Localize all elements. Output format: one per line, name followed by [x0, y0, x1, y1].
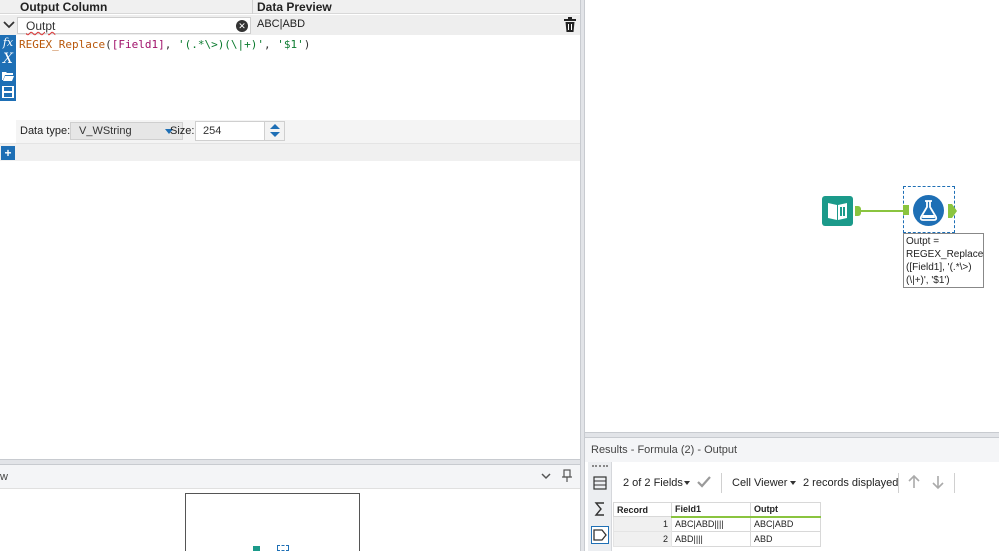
data-type-value: V_WString	[79, 125, 132, 137]
metadata-icon[interactable]	[591, 526, 609, 544]
data-type-row: Data type: V_WString Size: 254	[16, 120, 580, 143]
cell-field1[interactable]: ABC|ABD||||	[671, 516, 751, 532]
save-icon[interactable]	[1, 85, 15, 99]
formula-tool[interactable]	[913, 195, 944, 226]
column-header-field1[interactable]: Field1	[671, 502, 751, 518]
formula-expression-editor[interactable]: REGEX_Replace([Field1], '(.*\>)(\|+)', '…	[19, 38, 310, 52]
cell-viewer-dropdown[interactable]: Cell Viewer	[732, 477, 787, 489]
drag-handle-icon[interactable]	[592, 465, 608, 469]
size-value: 254	[203, 125, 222, 137]
expression-pattern: '(.*\>)(\|+)'	[177, 38, 265, 51]
column-header-record[interactable]: Record	[613, 502, 672, 517]
formula-grid-header: Output Column Data Preview	[0, 0, 580, 14]
spin-up-icon[interactable]	[270, 124, 280, 129]
table-row[interactable]: 2 ABD|||| ABD	[613, 531, 821, 547]
chevron-down-icon[interactable]	[540, 469, 552, 483]
toolbar-separator	[898, 473, 899, 493]
expression-toolstrip: fx X	[0, 35, 16, 101]
caret-down-icon[interactable]	[790, 481, 796, 485]
toolbar-separator	[954, 473, 955, 493]
connection-line[interactable]	[861, 210, 904, 212]
output-column-field[interactable]: Outpt ✕	[17, 17, 251, 34]
overview-mini-formula-tool	[277, 545, 289, 551]
toolbar-separator	[721, 473, 722, 493]
data-preview-value: ABC|ABD	[257, 18, 306, 30]
table-rows-icon[interactable]	[591, 474, 609, 492]
sigma-icon[interactable]	[591, 500, 609, 518]
output-column-header: Output Column	[20, 0, 108, 14]
overview-title: w	[0, 471, 8, 483]
cell-outpt[interactable]: ABD	[750, 531, 821, 547]
record-number: 1	[613, 516, 672, 532]
arrow-up-icon[interactable]	[906, 474, 922, 490]
spin-down-icon[interactable]	[270, 132, 280, 137]
formula-config-panel: Output Column Data Preview Outpt ✕ ABC|A…	[0, 0, 580, 459]
chevron-down-icon[interactable]	[2, 17, 16, 33]
column-header-outpt[interactable]: Outpt	[750, 502, 821, 518]
results-toolbar: 2 of 2 Fields Cell Viewer 2 records disp…	[613, 471, 999, 496]
data-type-label: Data type:	[20, 125, 71, 137]
record-number: 2	[613, 531, 672, 547]
expression-replacement: '$1'	[277, 38, 304, 51]
data-preview-header: Data Preview	[257, 0, 332, 14]
cell-outpt[interactable]: ABC|ABD	[750, 516, 821, 532]
workflow-canvas[interactable]: Outpt = REGEX_Replace ([Field1], '(.*\>)…	[585, 0, 999, 432]
clear-icon[interactable]: ✕	[236, 20, 248, 32]
formula-row[interactable]: Outpt ✕ ABC|ABD	[0, 15, 580, 35]
pin-icon[interactable]	[560, 469, 574, 483]
expression-separator: ,	[164, 38, 178, 51]
table-header-row: Record Field1 Outpt	[613, 502, 821, 518]
results-titlebar: Results - Formula (2) - Output	[585, 438, 999, 462]
overview-mini-input-tool	[253, 546, 260, 551]
table-row[interactable]: 1 ABC|ABD|||| ABC|ABD	[613, 516, 821, 532]
expression-separator: ,	[264, 38, 278, 51]
expression-field: [Field1]	[111, 38, 165, 51]
fields-dropdown[interactable]: 2 of 2 Fields	[623, 477, 683, 489]
size-label: Size:	[170, 125, 195, 137]
output-anchor[interactable]	[948, 204, 957, 218]
arrow-down-icon[interactable]	[930, 474, 946, 490]
size-field[interactable]: 254	[195, 121, 285, 141]
results-side-toolbar	[588, 462, 612, 551]
output-column-name: Outpt	[26, 19, 56, 33]
input-anchor[interactable]	[903, 205, 909, 215]
size-spinner[interactable]	[264, 122, 284, 140]
cell-field1[interactable]: ABD||||	[671, 531, 751, 547]
plus-icon[interactable]: +	[1, 146, 15, 160]
header-divider	[252, 0, 253, 14]
book-icon	[828, 203, 847, 220]
overview-viewport[interactable]	[185, 493, 360, 551]
variable-x-icon[interactable]: X	[1, 52, 15, 66]
checkmark-icon[interactable]	[695, 474, 713, 490]
records-count: 2 records displayed	[803, 477, 899, 489]
flask-icon	[919, 200, 938, 221]
fx-icon[interactable]: fx	[1, 36, 15, 50]
add-formula-row: +	[0, 143, 580, 161]
input-data-tool[interactable]	[822, 196, 853, 226]
tool-annotation: Outpt = REGEX_Replace ([Field1], '(.*\>)…	[903, 233, 984, 288]
trash-icon[interactable]	[563, 17, 577, 33]
expression-close-paren: )	[303, 38, 311, 51]
results-table: Record Field1 Outpt 1 ABC|ABD|||| ABC|AB…	[613, 502, 821, 547]
folder-open-icon[interactable]	[1, 69, 15, 83]
expression-function: REGEX_Replace	[19, 38, 106, 51]
overview-body	[0, 489, 580, 551]
overview-titlebar: w	[0, 465, 580, 489]
expression-open-paren: (	[105, 38, 112, 51]
results-title: Results - Formula (2) - Output	[591, 444, 738, 456]
data-type-select[interactable]: V_WString	[70, 122, 183, 140]
caret-down-icon[interactable]	[684, 481, 690, 485]
